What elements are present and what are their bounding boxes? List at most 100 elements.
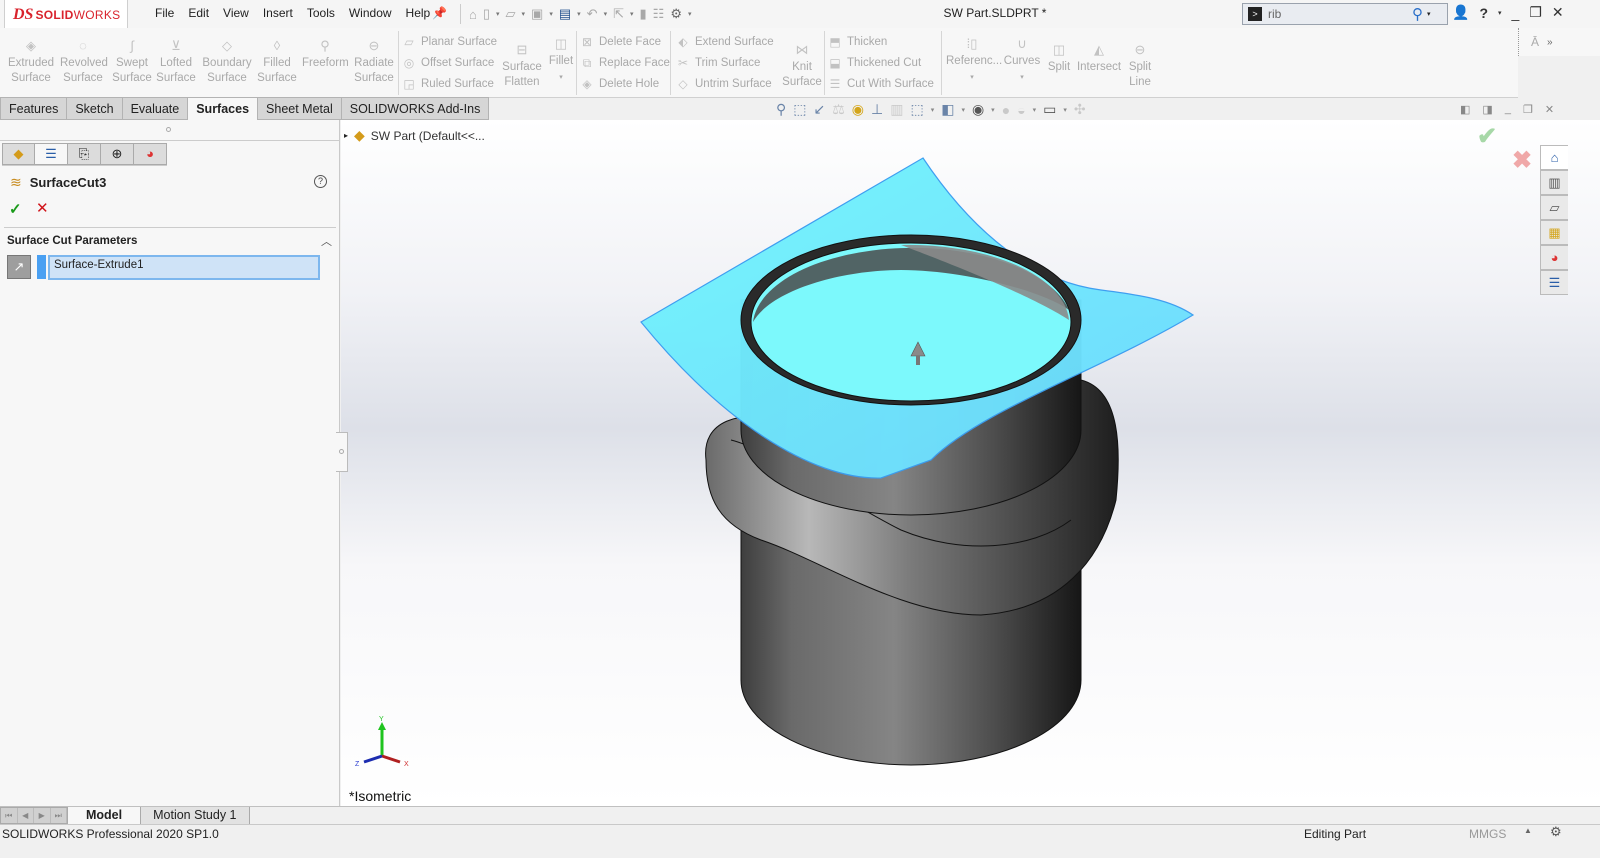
print-icon[interactable]: ▤	[559, 6, 571, 22]
view-orientation-dropdown[interactable]: ▾	[931, 106, 935, 114]
tab-motion-study-1[interactable]: Motion Study 1	[141, 807, 250, 824]
rapid-text-icon[interactable]: Ā	[1531, 35, 1539, 49]
rebuild-status-icon[interactable]: ⚙	[1550, 824, 1562, 840]
custom-properties-tab[interactable]: ☰	[1540, 270, 1568, 295]
viewport-restore-icon[interactable]: ❐	[1523, 103, 1533, 116]
planar-surface-button[interactable]: ▱ Planar Surface	[402, 33, 497, 50]
fillet-button[interactable]: ◫ Fillet ▾	[548, 36, 574, 85]
solidworks-resources-tab[interactable]: ⌂	[1540, 145, 1568, 170]
split-line-button[interactable]: ⊖ Split Line	[1124, 42, 1156, 90]
expand-arrow-icon[interactable]: ▸	[344, 131, 348, 140]
hide-show-dropdown[interactable]: ▾	[991, 106, 995, 114]
previous-view-icon[interactable]: ↙	[814, 101, 826, 118]
edit-appearance-icon[interactable]: ●	[1002, 102, 1010, 118]
apply-scene-icon[interactable]: ◒	[1017, 102, 1025, 118]
expand-chevron-icon[interactable]: »	[1547, 37, 1553, 48]
section-view-icon[interactable]: ▥	[890, 101, 903, 118]
print-dropdown[interactable]: ▾	[577, 10, 581, 18]
menu-edit[interactable]: Edit	[181, 6, 216, 20]
confirmation-cancel-icon[interactable]: ✖	[1512, 146, 1532, 175]
ruled-surface-button[interactable]: ◲ Ruled Surface	[402, 75, 497, 92]
extend-surface-button[interactable]: ⬖ Extend Surface	[676, 33, 773, 50]
knit-surface-button[interactable]: ⋈ Knit Surface	[780, 42, 824, 90]
close-icon[interactable]: ✕	[1552, 4, 1564, 21]
options-dropdown[interactable]: ▾	[688, 10, 692, 18]
help-icon[interactable]: ?	[1479, 5, 1488, 21]
view-orientation-icon[interactable]: ⬚	[910, 101, 923, 118]
save-dropdown[interactable]: ▾	[549, 10, 553, 18]
flyout-feature-tree[interactable]: ▸ ◆ SW Part (Default<<...	[344, 127, 485, 144]
undo-icon[interactable]: ↶	[587, 6, 598, 22]
user-icon[interactable]: 👤	[1452, 4, 1469, 21]
menu-view[interactable]: View	[216, 6, 256, 20]
hide-show-items-icon[interactable]: ◉	[972, 101, 984, 118]
tree-root-label[interactable]: SW Part (Default<<...	[371, 129, 485, 143]
cutting-surface-selection-box[interactable]: Surface-Extrude1	[48, 255, 320, 280]
menu-file[interactable]: File	[148, 6, 181, 20]
viewport-minimize-icon[interactable]: _	[1505, 103, 1511, 116]
fillet-dropdown[interactable]: ▾	[559, 74, 563, 81]
trim-surface-button[interactable]: ✂ Trim Surface	[676, 54, 774, 71]
reference-geometry-dropdown[interactable]: ▾	[970, 74, 974, 81]
help-button[interactable]: ?	[314, 175, 327, 188]
file-explorer-tab[interactable]: ▱	[1540, 195, 1568, 220]
new-dropdown[interactable]: ▾	[496, 10, 500, 18]
confirmation-ok-icon[interactable]: ✔	[1477, 122, 1497, 151]
split-left-icon[interactable]: ◧	[1460, 103, 1470, 116]
search-dropdown[interactable]: ▾	[1427, 10, 1431, 18]
search-commands-icon[interactable]: >	[1248, 7, 1262, 21]
zoom-to-area-icon[interactable]: ⬚	[793, 101, 806, 118]
minimize-icon[interactable]: _	[1512, 5, 1520, 21]
intersect-button[interactable]: ◭ Intersect	[1076, 42, 1122, 75]
untrim-surface-button[interactable]: ◇ Untrim Surface	[676, 75, 774, 92]
scene-dropdown[interactable]: ▾	[1033, 106, 1037, 114]
swept-surface-button[interactable]: ∫ Swept Surface	[112, 38, 152, 86]
cancel-button[interactable]: ✕	[36, 199, 49, 217]
file-properties-icon[interactable]: ☷	[653, 6, 665, 22]
thickened-cut-button[interactable]: ⬓ Thickened Cut	[828, 54, 934, 71]
rebuild-icon[interactable]: ▮	[640, 6, 647, 22]
previous-tab-icon[interactable]: ◀	[18, 808, 34, 823]
delete-hole-button[interactable]: ◈ Delete Hole	[580, 75, 670, 92]
new-document-icon[interactable]: ▯	[483, 6, 490, 22]
save-icon[interactable]: ▣	[531, 6, 543, 22]
viewport-close-icon[interactable]: ✕	[1545, 103, 1554, 116]
search-icon[interactable]: ⚲	[1412, 5, 1423, 23]
collapse-chevron-icon[interactable]: ︿	[321, 233, 332, 249]
property-manager-tab[interactable]: ☰	[35, 143, 68, 165]
tab-surfaces[interactable]: Surfaces	[188, 97, 259, 120]
revolved-surface-button[interactable]: ◌ Revolved Surface	[60, 38, 108, 86]
display-style-dropdown[interactable]: ▾	[961, 106, 965, 114]
cut-with-surface-button[interactable]: ☰ Cut With Surface	[828, 75, 934, 92]
curves-dropdown[interactable]: ▾	[1020, 74, 1024, 81]
replace-face-button[interactable]: ⧉ Replace Face	[580, 54, 670, 71]
solidworks-logo[interactable]: DS SOLIDWORKS	[4, 0, 128, 30]
extruded-surface-button[interactable]: ◈ Extruded Surface	[6, 38, 56, 86]
display-style-icon[interactable]: ◧	[941, 101, 954, 118]
reference-geometry-button[interactable]: ⁞▯ Referenc... ▾	[946, 36, 1002, 85]
pin-menu-icon[interactable]: 📌	[432, 6, 447, 20]
measure-icon[interactable]: ◉	[852, 101, 864, 118]
panel-splitter-handle[interactable]	[166, 127, 171, 132]
design-library-tab[interactable]: ▥	[1540, 170, 1568, 195]
tab-features[interactable]: Features	[0, 97, 68, 120]
tab-evaluate[interactable]: Evaluate	[122, 97, 189, 120]
normal-to-icon[interactable]: ⊥	[871, 101, 883, 118]
surface-flatten-button[interactable]: ⊟ Surface Flatten	[500, 42, 544, 90]
options-icon[interactable]: ⚙	[670, 6, 682, 22]
feature-manager-tab[interactable]: ◆	[2, 143, 35, 165]
appearances-tab[interactable]: ◕	[1540, 245, 1568, 270]
group-title[interactable]: Surface Cut Parameters	[7, 235, 137, 247]
tab-sketch[interactable]: Sketch	[67, 97, 123, 120]
open-icon[interactable]: ▱	[506, 6, 516, 22]
panel-collapse-handle[interactable]	[336, 432, 348, 472]
reverse-direction-button[interactable]: ↗	[7, 255, 31, 279]
tab-sheet-metal[interactable]: Sheet Metal	[258, 97, 342, 120]
freeform-button[interactable]: ⚲ Freeform	[302, 38, 349, 71]
undo-dropdown[interactable]: ▾	[604, 10, 608, 18]
split-right-icon[interactable]: ◨	[1482, 103, 1492, 116]
restore-icon[interactable]: ❐	[1529, 4, 1542, 21]
lofted-surface-button[interactable]: ⊻ Lofted Surface	[156, 38, 196, 86]
graphics-area[interactable]	[341, 120, 1600, 806]
tab-model[interactable]: Model	[68, 807, 142, 824]
